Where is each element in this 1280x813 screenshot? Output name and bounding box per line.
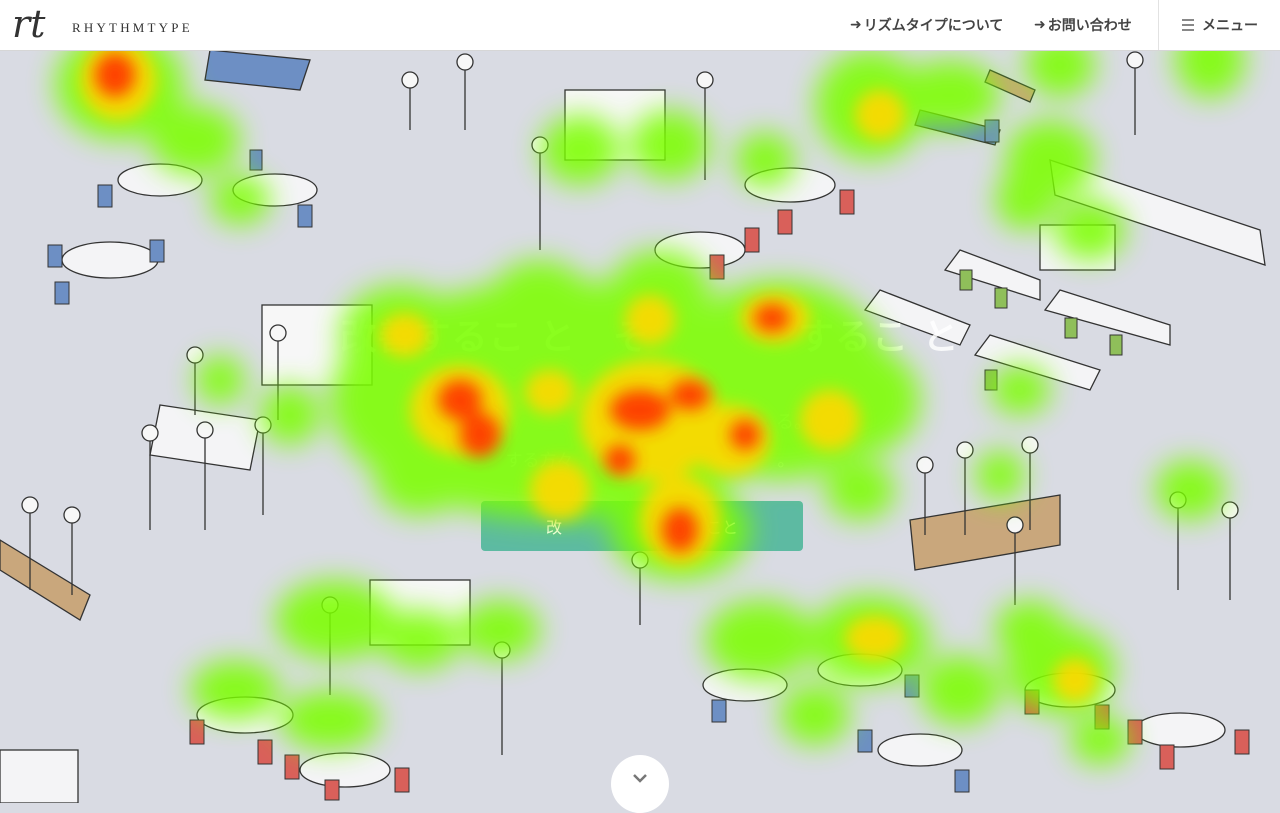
- hero-title: 改善するこ と そ するこ と: [340, 317, 960, 358]
- chevron-down-icon: [633, 774, 647, 783]
- menu-button[interactable]: メニュー: [1158, 0, 1280, 50]
- nav-link-contact[interactable]: ➜ お問い合わせ: [1034, 15, 1132, 35]
- nav-link-contact-label: お問い合わせ: [1047, 18, 1132, 34]
- arrow-right-icon: ➜: [850, 17, 862, 33]
- hero-subtitle-2: する方々 。: [505, 451, 795, 471]
- scroll-down-button[interactable]: [611, 755, 669, 813]
- nav-link-about[interactable]: ➜ リズムタイプについて: [850, 15, 1003, 35]
- cta-button[interactable]: 改 こと: [481, 501, 803, 551]
- logo-mark[interactable]: rt: [12, 4, 45, 44]
- logo-text[interactable]: RHYTHMTYPE: [72, 20, 193, 36]
- cta-button-label: 改 こと: [545, 518, 738, 537]
- hero-subtitle: る。: [488, 412, 812, 433]
- hamburger-icon: [1182, 19, 1194, 31]
- nav-link-about-label: リズムタイプについて: [863, 18, 1004, 34]
- menu-button-label: メニュー: [1202, 18, 1258, 34]
- site-header: rt RHYTHMTYPE ➜ リズムタイプについて ➜ お問い合わせ メニュー: [0, 0, 1280, 51]
- arrow-right-icon: ➜: [1034, 17, 1046, 33]
